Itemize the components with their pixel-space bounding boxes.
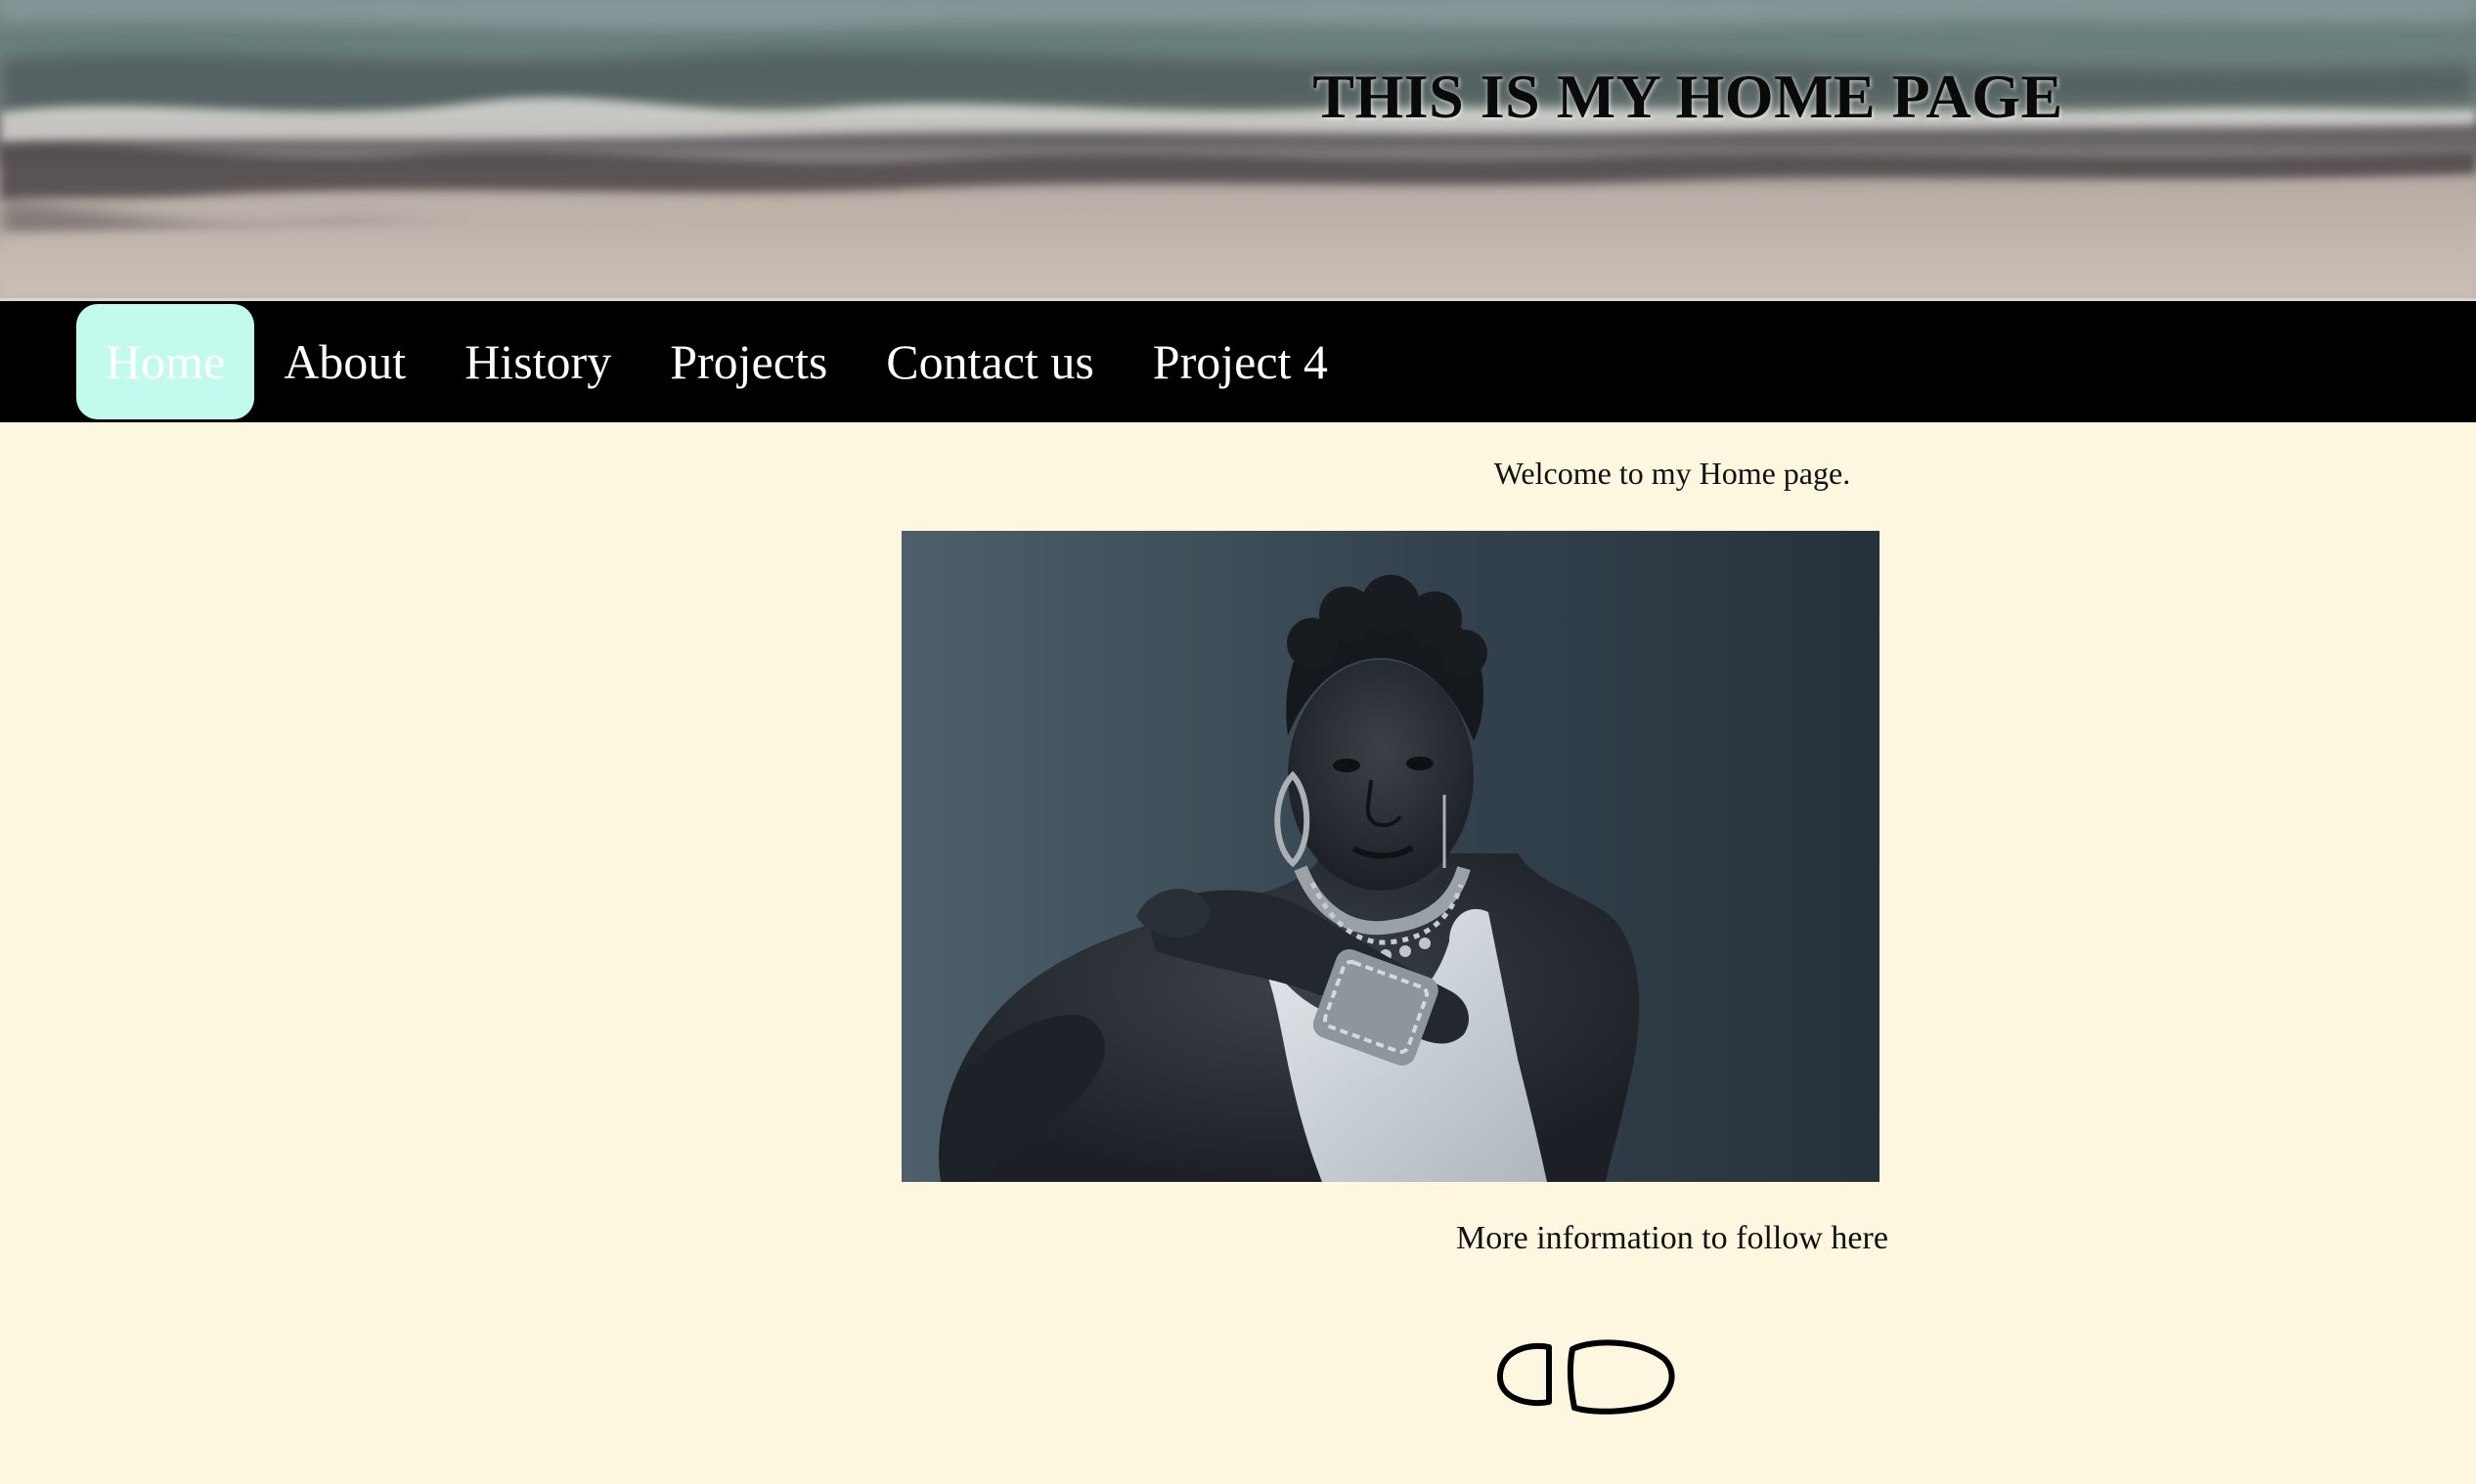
page-title: THIS IS MY HOME PAGE <box>1312 62 2063 131</box>
nav-item-home[interactable]: Home <box>76 304 255 419</box>
footprints-icon <box>1497 1339 1675 1415</box>
nav-list: Home About History Projects Contact us P… <box>76 304 1357 419</box>
nav-item-projects[interactable]: Projects <box>641 304 857 419</box>
header-banner: THIS IS MY HOME PAGE <box>0 0 2476 298</box>
nav-item-about[interactable]: About <box>254 304 435 419</box>
portrait-image <box>902 531 1879 1182</box>
nav-item-project-4[interactable]: Project 4 <box>1124 304 1357 419</box>
more-info-text: More information to follow here <box>1456 1220 1888 1256</box>
navigation-bar: Home About History Projects Contact us P… <box>0 298 2476 422</box>
page: THIS IS MY HOME PAGE Home About History … <box>0 0 2476 1484</box>
beach-background-image <box>0 0 2476 298</box>
nav-item-contact-us[interactable]: Contact us <box>857 304 1123 419</box>
portrait-photo <box>902 531 1879 1182</box>
welcome-text: Welcome to my Home page. <box>1493 456 1851 491</box>
nav-item-history[interactable]: History <box>435 304 641 419</box>
